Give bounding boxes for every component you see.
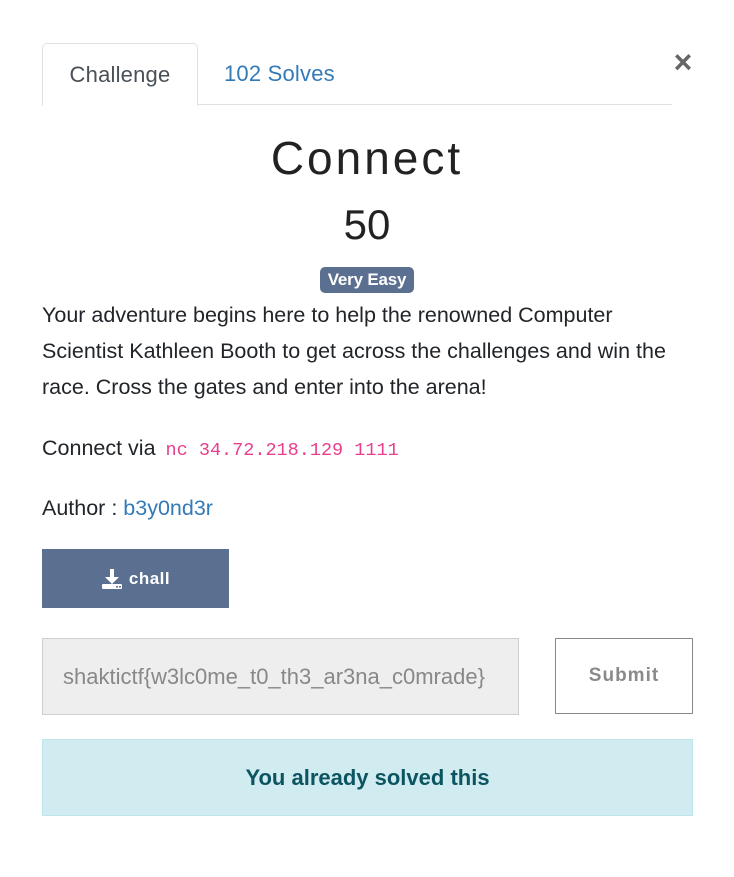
connect-info: Connect via nc 34.72.218.129 1111	[42, 431, 399, 468]
download-label: chall	[128, 568, 171, 588]
flag-input[interactable]	[42, 638, 519, 715]
author-info: Author : b3y0nd3r	[42, 491, 213, 525]
connect-command: nc 34.72.218.129 1111	[165, 440, 399, 461]
download-icon	[101, 568, 122, 589]
tab-solves-label: 102 Solves	[224, 61, 335, 86]
submit-button[interactable]: Submit	[555, 638, 693, 714]
challenge-points: 50	[343, 201, 391, 248]
download-chall-button[interactable]: chall	[42, 549, 229, 608]
connect-prefix: Connect via	[42, 436, 156, 460]
author-link[interactable]: b3y0nd3r	[123, 496, 213, 520]
difficulty-badge-wrap: Very Easy	[42, 267, 692, 293]
tab-solves[interactable]: 102 Solves	[199, 43, 360, 105]
close-icon[interactable]: ×	[670, 46, 696, 78]
solved-alert: You already solved this	[42, 739, 693, 816]
author-prefix: Author :	[42, 496, 118, 520]
challenge-title: Connect	[270, 132, 464, 184]
challenge-modal: Challenge 102 Solves × Connect 50 Very E…	[0, 0, 734, 877]
tab-challenge-label: Challenge	[69, 62, 171, 87]
challenge-description: Your adventure begins here to help the r…	[42, 303, 666, 399]
tab-challenge[interactable]: Challenge	[42, 43, 198, 106]
difficulty-badge: Very Easy	[319, 267, 415, 293]
tab-bar: Challenge 102 Solves	[42, 43, 672, 106]
